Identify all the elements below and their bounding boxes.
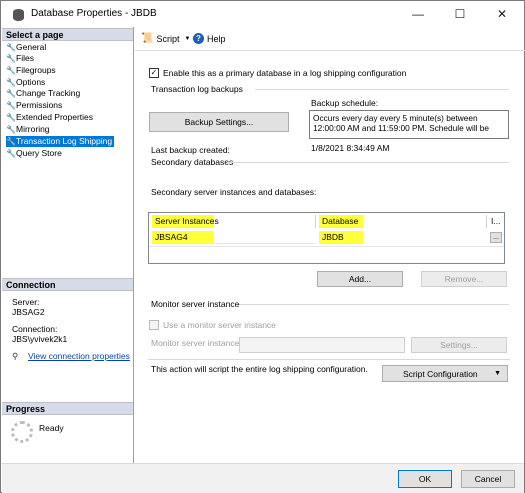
- chevron-down-icon: ▼: [184, 35, 191, 42]
- divider: [239, 304, 509, 305]
- column-divider: [486, 215, 487, 228]
- server-label: Server:: [12, 297, 40, 307]
- monitor-server-instance-label: Monitor server instance: [151, 299, 240, 309]
- row-divider: [215, 243, 315, 244]
- row-ellipsis-button[interactable]: ...: [490, 232, 502, 243]
- table-row-database[interactable]: JBDB: [319, 231, 363, 244]
- divider: [227, 162, 509, 163]
- database-properties-window: Database Properties - JBDB — ☐ ✕ Select …: [0, 0, 525, 493]
- secondary-instances-label: Secondary server instances and databases…: [151, 187, 317, 197]
- monitor-settings-button[interactable]: Settings...: [411, 337, 507, 353]
- connection-value: JBS\yvivek2k1: [12, 334, 68, 344]
- secondary-databases-label: Secondary databases: [151, 157, 234, 167]
- help-icon: ?: [193, 33, 204, 44]
- close-button[interactable]: ✕: [481, 1, 523, 27]
- backup-schedule-textbox[interactable]: Occurs every day every 5 minute(s) betwe…: [309, 110, 509, 139]
- wrench-icon: 🔧: [6, 78, 16, 87]
- monitor-server-instance-field-label: Monitor server instance: [151, 338, 240, 348]
- nav-item-general[interactable]: 🔧General: [6, 42, 48, 53]
- column-header-server-instances[interactable]: Server Instances: [152, 215, 219, 228]
- nav-item-filegroups[interactable]: 🔧Filegroups: [6, 65, 58, 76]
- nav-item-extended-properties[interactable]: 🔧Extended Properties: [6, 112, 95, 123]
- help-button[interactable]: ? Help: [193, 33, 226, 44]
- view-connection-icon: ⚲: [12, 351, 19, 361]
- column-header-database[interactable]: Database: [319, 215, 363, 228]
- script-info-text: This action will script the entire log s…: [151, 364, 368, 374]
- enable-primary-checkbox[interactable]: ✓: [149, 68, 159, 78]
- nav-item-transaction-log-shipping[interactable]: 🔧Transaction Log Shipping: [6, 136, 115, 147]
- divider: [255, 89, 509, 90]
- use-monitor-label: Use a monitor server instance: [163, 320, 276, 330]
- backup-settings-button[interactable]: Backup Settings...: [149, 112, 289, 132]
- wrench-icon: 🔧: [6, 101, 16, 110]
- ok-button[interactable]: OK: [398, 470, 452, 488]
- script-icon: 📜: [141, 33, 154, 44]
- progress-header: Progress: [2, 402, 133, 415]
- use-monitor-checkbox[interactable]: [149, 320, 159, 330]
- nav-item-query-store[interactable]: 🔧Query Store: [6, 148, 64, 159]
- dialog-footer: OK Cancel: [2, 463, 524, 493]
- column-divider: [315, 215, 316, 228]
- wrench-icon: 🔧: [6, 89, 16, 98]
- left-pane: Select a page 🔧General 🔧Files 🔧Filegroup…: [2, 27, 134, 463]
- wrench-icon: 🔧: [6, 137, 16, 146]
- maximize-button[interactable]: ☐: [439, 1, 481, 27]
- remove-button[interactable]: Remove...: [421, 271, 507, 287]
- minimize-button[interactable]: —: [397, 1, 439, 27]
- transaction-log-backups-label: Transaction log backups: [151, 84, 243, 94]
- last-backup-label: Last backup created:: [151, 145, 230, 155]
- wrench-icon: 🔧: [6, 125, 16, 134]
- script-configuration-button[interactable]: Script Configuration ▼: [382, 365, 508, 382]
- select-page-header: Select a page: [2, 28, 133, 41]
- title-bar[interactable]: Database Properties - JBDB — ☐ ✕: [1, 1, 524, 27]
- wrench-icon: 🔧: [6, 66, 16, 75]
- nav-item-mirroring[interactable]: 🔧Mirroring: [6, 124, 52, 135]
- row-divider: [149, 246, 504, 247]
- enable-primary-label: Enable this as a primary database in a l…: [163, 68, 407, 78]
- add-button[interactable]: Add...: [317, 271, 403, 287]
- nav-item-change-tracking[interactable]: 🔧Change Tracking: [6, 88, 82, 99]
- toolbar: 📜 Script ▼ ? Help: [135, 27, 525, 51]
- chevron-down-icon: ▼: [494, 370, 501, 377]
- wrench-icon: 🔧: [6, 43, 16, 52]
- progress-status: Ready: [39, 423, 64, 433]
- nav-item-options[interactable]: 🔧Options: [6, 77, 47, 88]
- wrench-icon: 🔧: [6, 149, 16, 158]
- view-connection-properties-link[interactable]: View connection properties: [28, 351, 130, 361]
- wrench-icon: 🔧: [6, 113, 16, 122]
- wrench-icon: 🔧: [6, 54, 16, 63]
- script-button[interactable]: 📜 Script ▼: [141, 33, 190, 44]
- monitor-server-instance-input[interactable]: [239, 337, 405, 353]
- secondary-databases-grid[interactable]: Server Instances Database I... JBSAG4 JB…: [148, 212, 505, 264]
- nav-item-files[interactable]: 🔧Files: [6, 53, 36, 64]
- server-value: JBSAG2: [12, 307, 45, 317]
- progress-spinner-icon: [11, 421, 33, 443]
- backup-schedule-label: Backup schedule:: [311, 98, 379, 108]
- connection-header: Connection: [2, 278, 133, 291]
- table-row-server-instance[interactable]: JBSAG4: [152, 231, 214, 244]
- nav-item-permissions[interactable]: 🔧Permissions: [6, 100, 64, 111]
- database-icon: [13, 9, 24, 21]
- last-backup-value: 1/8/2021 8:34:49 AM: [311, 143, 390, 153]
- column-header-extra[interactable]: I...: [488, 215, 504, 228]
- connection-label: Connection:: [12, 324, 58, 334]
- divider: [148, 359, 510, 360]
- cancel-button[interactable]: Cancel: [461, 470, 515, 488]
- window-title: Database Properties - JBDB: [31, 8, 157, 19]
